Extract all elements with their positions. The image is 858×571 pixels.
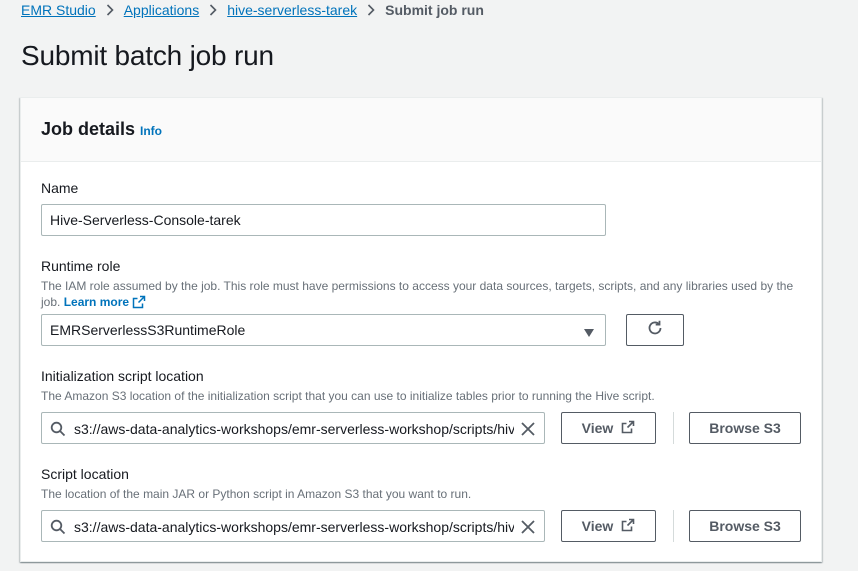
- init-script-view-button[interactable]: View: [561, 412, 656, 444]
- script-location-label: Script location: [41, 466, 129, 482]
- name-input[interactable]: [41, 204, 606, 236]
- external-link-icon: [621, 518, 635, 535]
- script-location-browse-s3-button[interactable]: Browse S3: [689, 510, 801, 542]
- view-label: View: [581, 518, 614, 534]
- refresh-button[interactable]: [626, 314, 684, 346]
- close-icon[interactable]: [520, 421, 536, 442]
- view-label: View: [581, 420, 614, 436]
- external-link-icon: [132, 295, 146, 313]
- panel-header: Job details Info: [21, 98, 821, 162]
- close-icon[interactable]: [520, 519, 536, 540]
- job-details-panel: Job details Info Name Runtime role The I…: [20, 97, 822, 562]
- learn-more-link[interactable]: Learn more: [64, 295, 146, 309]
- page-title: Submit batch job run: [21, 40, 274, 71]
- script-location-view-button[interactable]: View: [561, 510, 656, 542]
- runtime-role-label: Runtime role: [41, 258, 121, 274]
- breadcrumb-applications[interactable]: Applications: [124, 2, 200, 18]
- init-script-browse-s3-button[interactable]: Browse S3: [689, 412, 801, 444]
- refresh-icon: [646, 319, 664, 342]
- breadcrumb-application[interactable]: hive-serverless-tarek: [227, 2, 357, 18]
- runtime-role-description-text: The IAM role assumed by the job. This ro…: [41, 279, 794, 309]
- search-icon: [50, 421, 66, 442]
- runtime-role-description: The IAM role assumed by the job. This ro…: [41, 278, 801, 313]
- info-link[interactable]: Info: [140, 124, 162, 138]
- external-link-icon: [621, 420, 635, 437]
- script-location-input[interactable]: s3://aws-data-analytics-workshops/emr-se…: [41, 510, 545, 542]
- breadcrumb-current: Submit job run: [385, 2, 484, 18]
- learn-more-label: Learn more: [63, 295, 130, 309]
- search-icon: [50, 519, 66, 540]
- script-location-description: The location of the main JAR or Python s…: [41, 487, 472, 501]
- chevron-right-icon: [209, 4, 217, 16]
- chevron-right-icon: [367, 4, 375, 16]
- breadcrumb: EMR Studio Applications hive-serverless-…: [21, 0, 484, 20]
- runtime-role-selected: EMRServerlessS3RuntimeRole: [50, 322, 246, 338]
- divider: [673, 510, 674, 542]
- init-script-value: s3://aws-data-analytics-workshops/emr-se…: [74, 421, 514, 437]
- divider: [673, 412, 674, 444]
- init-script-input[interactable]: s3://aws-data-analytics-workshops/emr-se…: [41, 412, 545, 444]
- runtime-role-select[interactable]: EMRServerlessS3RuntimeRole: [41, 314, 606, 346]
- caret-down-icon: [583, 325, 595, 341]
- chevron-right-icon: [106, 4, 114, 16]
- init-script-label: Initialization script location: [41, 368, 204, 384]
- script-location-value: s3://aws-data-analytics-workshops/emr-se…: [74, 519, 514, 535]
- panel-title: Job details: [41, 119, 136, 139]
- name-label: Name: [41, 180, 79, 196]
- init-script-description: The Amazon S3 location of the initializa…: [41, 389, 655, 403]
- breadcrumb-emr-studio[interactable]: EMR Studio: [21, 2, 96, 18]
